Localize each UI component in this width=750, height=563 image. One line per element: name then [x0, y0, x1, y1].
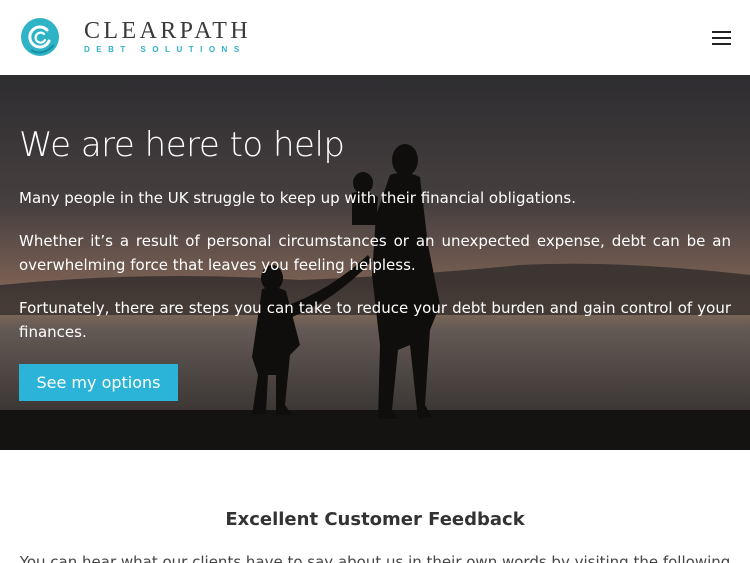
brand-tagline: DEBT SOLUTIONS [84, 45, 246, 54]
hero-section: We are here to help Many people in the U… [0, 75, 750, 450]
hero-title: We are here to help [19, 125, 345, 165]
hero-paragraph-1: Many people in the UK struggle to keep u… [19, 189, 576, 207]
feedback-text: You can hear what our clients have to sa… [19, 553, 731, 563]
brand-name: CLEARPATH [84, 18, 252, 44]
hero-paragraph-3: Fortunately, there are steps you can tak… [19, 299, 731, 341]
logo-text: CLEARPATH DEBT SOLUTIONS [84, 19, 251, 55]
hamburger-menu-icon[interactable] [712, 31, 731, 45]
feedback-title: Excellent Customer Feedback [225, 509, 525, 530]
see-my-options-button[interactable]: See my options [19, 364, 178, 401]
logo-swirl-icon [21, 18, 59, 56]
logo[interactable]: CLEARPATH DEBT SOLUTIONS [20, 17, 251, 57]
hero-paragraph-2: Whether it’s a result of personal circum… [19, 232, 731, 274]
site-header: CLEARPATH DEBT SOLUTIONS [0, 0, 750, 75]
